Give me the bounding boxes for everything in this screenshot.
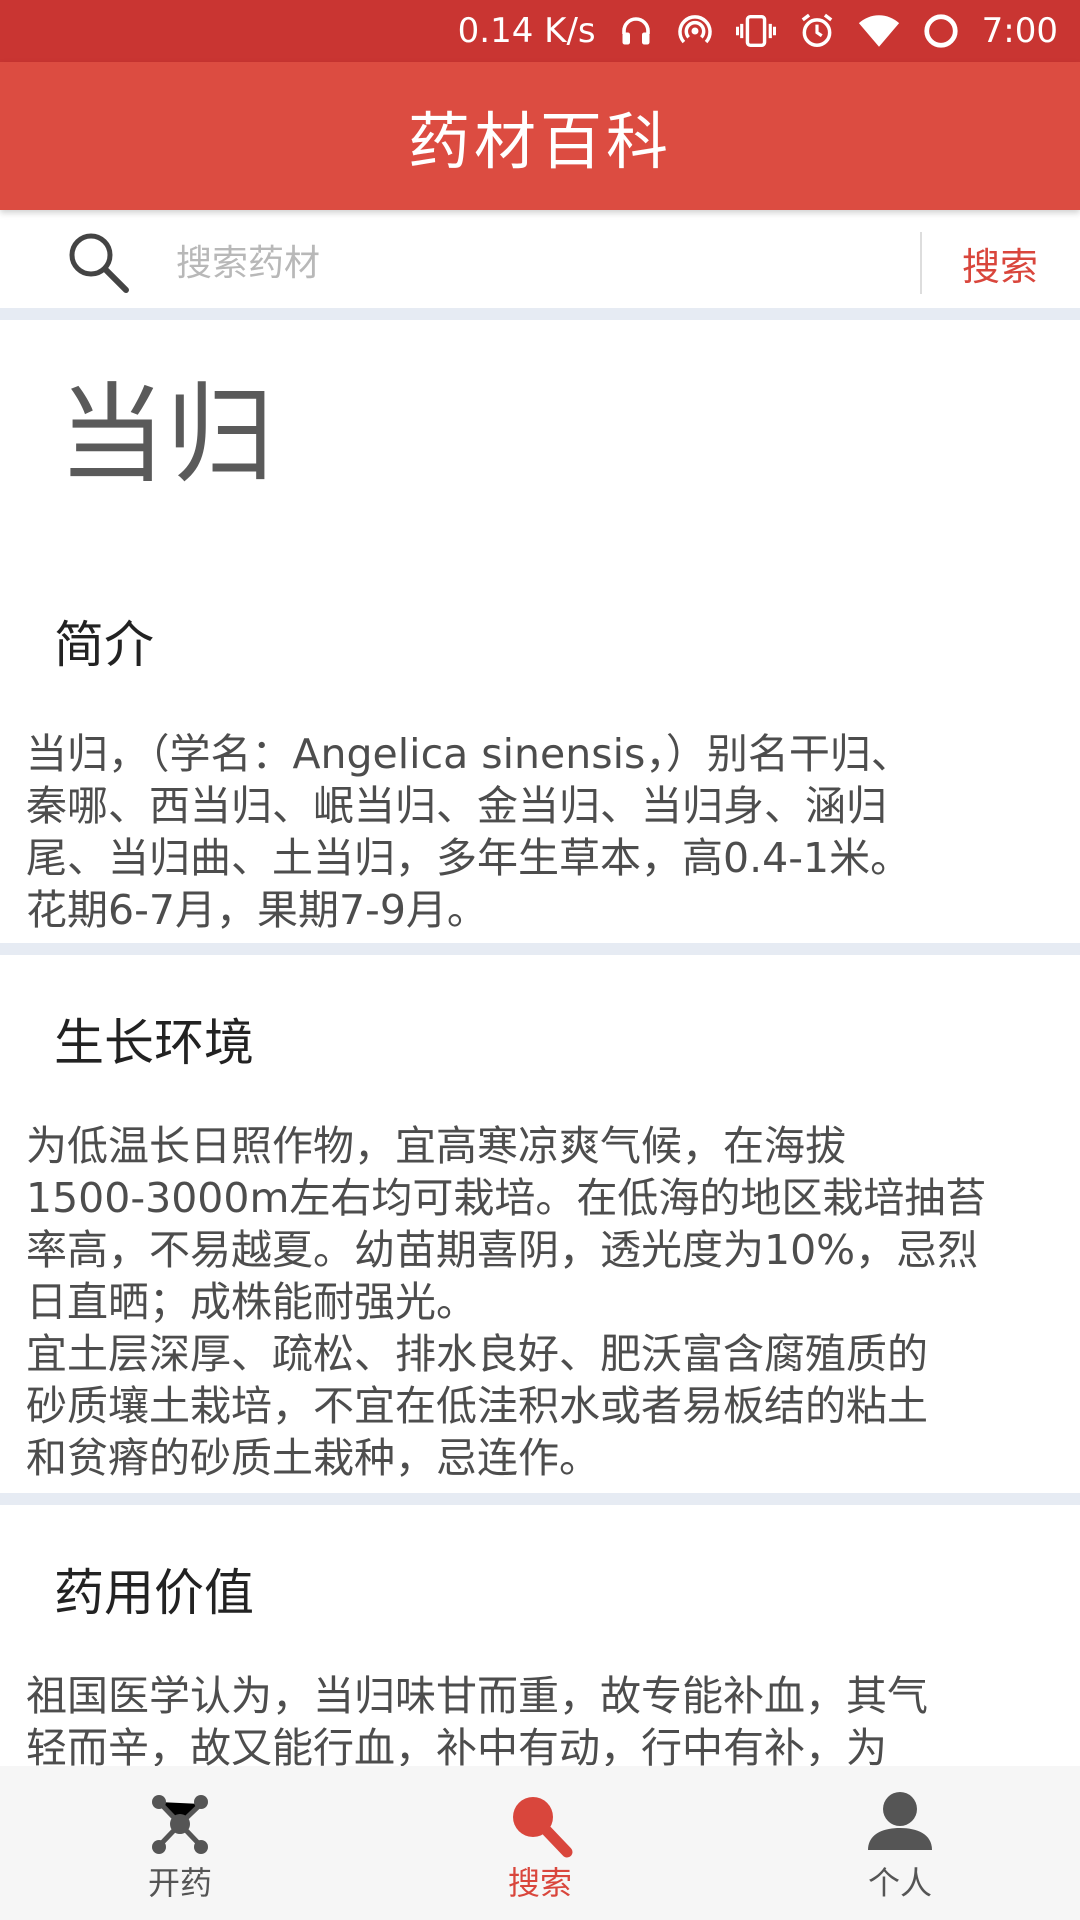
molecule-icon	[152, 1795, 208, 1854]
divider	[0, 308, 1080, 320]
nav-label-prescribe: 开药	[147, 1864, 212, 1902]
status-bar: 0.14 K/s 7:00	[0, 0, 1080, 62]
search-input[interactable]	[176, 232, 896, 294]
clock-time: 7:00	[981, 11, 1058, 51]
nav-label-profile: 个人	[867, 1864, 932, 1902]
page-title: 药材百科	[407, 105, 672, 178]
section-body-medicinal-value: 祖国医学认为，当归味甘而重，故专能补血，其气 轻而辛，故又能行血，补中有动，行中…	[26, 1672, 928, 1772]
bottom-nav: 开药 搜索 个人	[0, 1766, 1080, 1920]
nav-item-search[interactable]: 搜索	[360, 1766, 720, 1920]
search-icon[interactable]	[64, 228, 132, 296]
section-title-intro: 简介	[54, 616, 154, 674]
search-icon	[513, 1797, 573, 1858]
section-body-intro: 当归，（学名：Angelica sinensis，）别名干归、 秦哪、西当归、岷…	[26, 730, 912, 934]
section-title-environment: 生长环境	[54, 1014, 254, 1072]
herb-name: 当归	[58, 373, 275, 498]
search-divider	[920, 232, 922, 294]
divider	[0, 1493, 1080, 1505]
person-icon	[868, 1792, 932, 1850]
section-body-environment: 为低温长日照作物，宜高寒凉爽气候，在海拔 1500-3000m左右均可栽培。在低…	[26, 1122, 987, 1482]
nav-item-prescribe[interactable]: 开药	[0, 1766, 360, 1920]
headphones-icon	[618, 13, 654, 49]
nav-item-profile[interactable]: 个人	[720, 1766, 1080, 1920]
app-bar: 药材百科	[0, 62, 1080, 210]
vibrate-icon	[735, 12, 776, 50]
hotspot-icon	[676, 12, 714, 50]
wifi-icon	[858, 13, 900, 49]
data-saver-icon	[922, 12, 960, 50]
alarm-icon	[798, 12, 836, 50]
network-speed: 0.14 K/s	[457, 11, 596, 51]
divider	[0, 943, 1080, 955]
search-button[interactable]: 搜索	[940, 232, 1060, 294]
section-title-medicinal-value: 药用价值	[54, 1564, 254, 1622]
nav-label-search: 搜索	[507, 1864, 572, 1902]
search-bar: 搜索	[0, 210, 1080, 316]
